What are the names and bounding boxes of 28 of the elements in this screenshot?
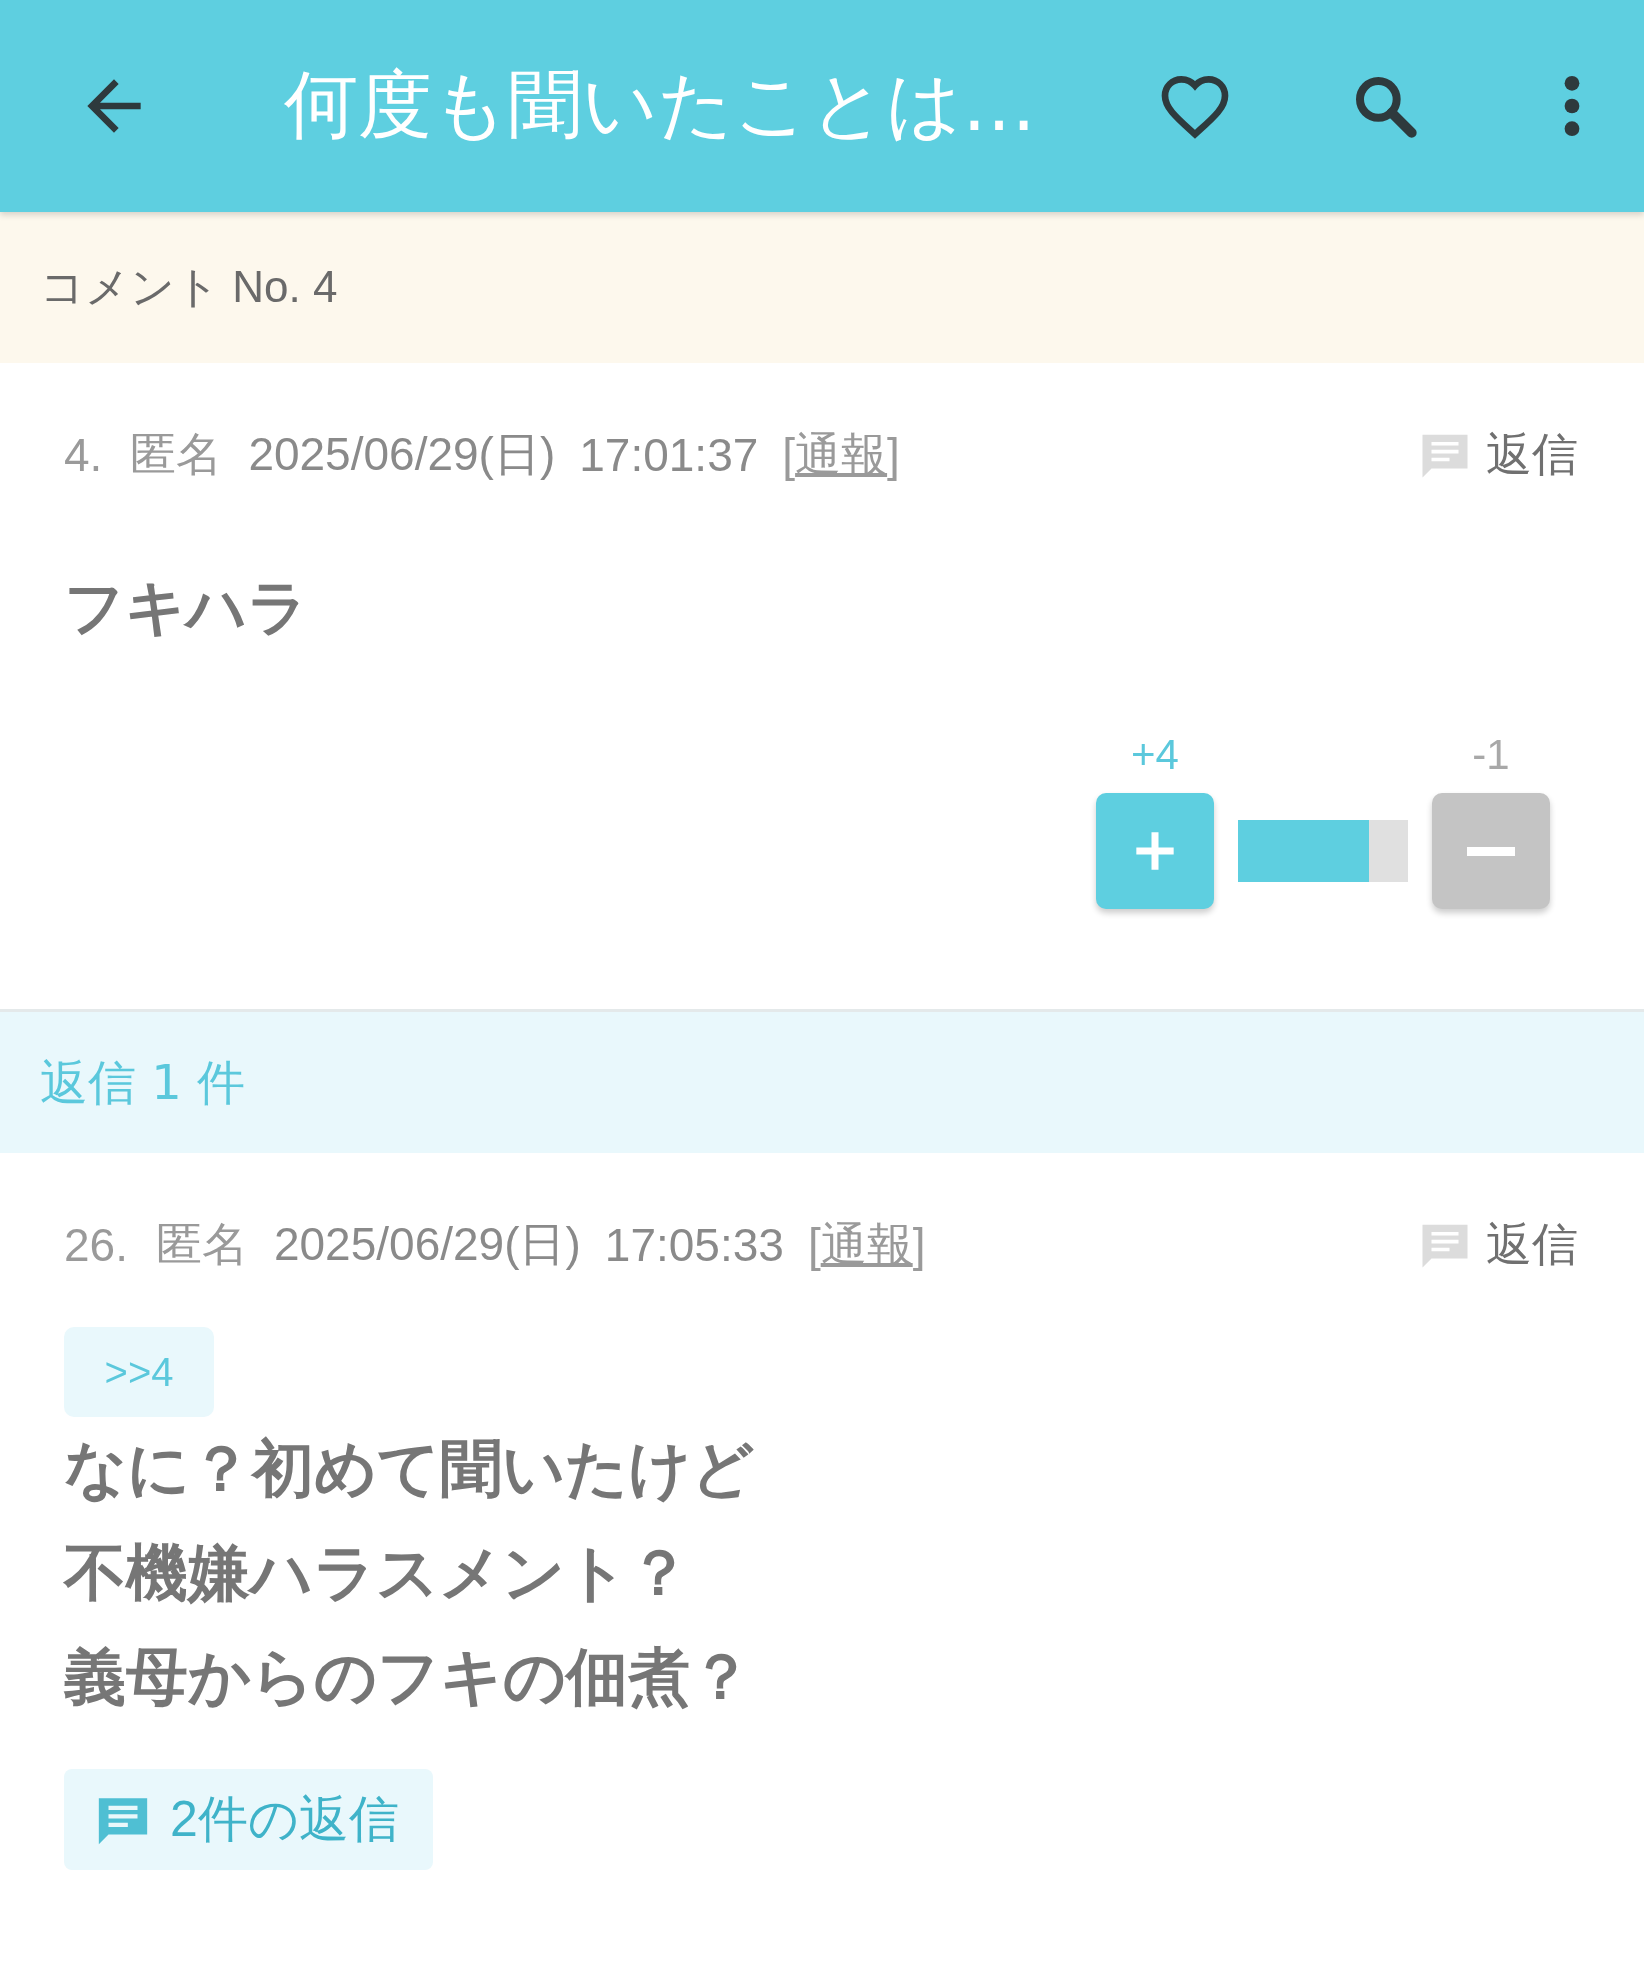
comment-text: 不機嫌ハラスメント？ (64, 1535, 691, 1611)
bracket-mark: [ (782, 428, 796, 482)
view-replies-button[interactable]: 2件の返信 (64, 1769, 433, 1870)
report-link[interactable]: 通報 (795, 424, 888, 486)
post-date: 2025/06/29(日) (248, 427, 556, 482)
plus-count: +4 (1131, 731, 1179, 779)
report-link[interactable]: 通報 (820, 1214, 913, 1276)
comment-number: 4. (64, 428, 103, 482)
author-name: 匿名 (155, 1217, 248, 1272)
comment-text: フキハラ (64, 571, 309, 644)
post-date: 2025/06/29(日) (273, 1217, 581, 1272)
bracket-mark: [ (807, 1218, 821, 1272)
app-bar-title: 何度も聞いたことは… (284, 60, 1037, 149)
reply-button[interactable]: 返信 (1418, 1214, 1578, 1276)
quote-link[interactable]: >>4 (64, 1327, 214, 1417)
replies-count: 返信 1 件 (40, 1052, 246, 1112)
comment-text: なに？初めて聞いたけど (64, 1431, 755, 1507)
section-title: コメント No. 4 (40, 261, 338, 313)
author-name: 匿名 (130, 427, 223, 482)
comment-number: 26. (64, 1218, 128, 1272)
bracket-mark: ] (887, 428, 900, 482)
comment-text: 義母からのフキの佃煮？ (64, 1639, 753, 1715)
post-time: 17:05:33 (604, 1218, 784, 1272)
minus-count: -1 (1472, 731, 1510, 779)
bracket-mark: ] (912, 1218, 926, 1272)
post-time: 17:01:37 (579, 428, 759, 482)
minus-icon (1467, 846, 1515, 856)
reply-button[interactable]: 返信 (1418, 424, 1578, 486)
